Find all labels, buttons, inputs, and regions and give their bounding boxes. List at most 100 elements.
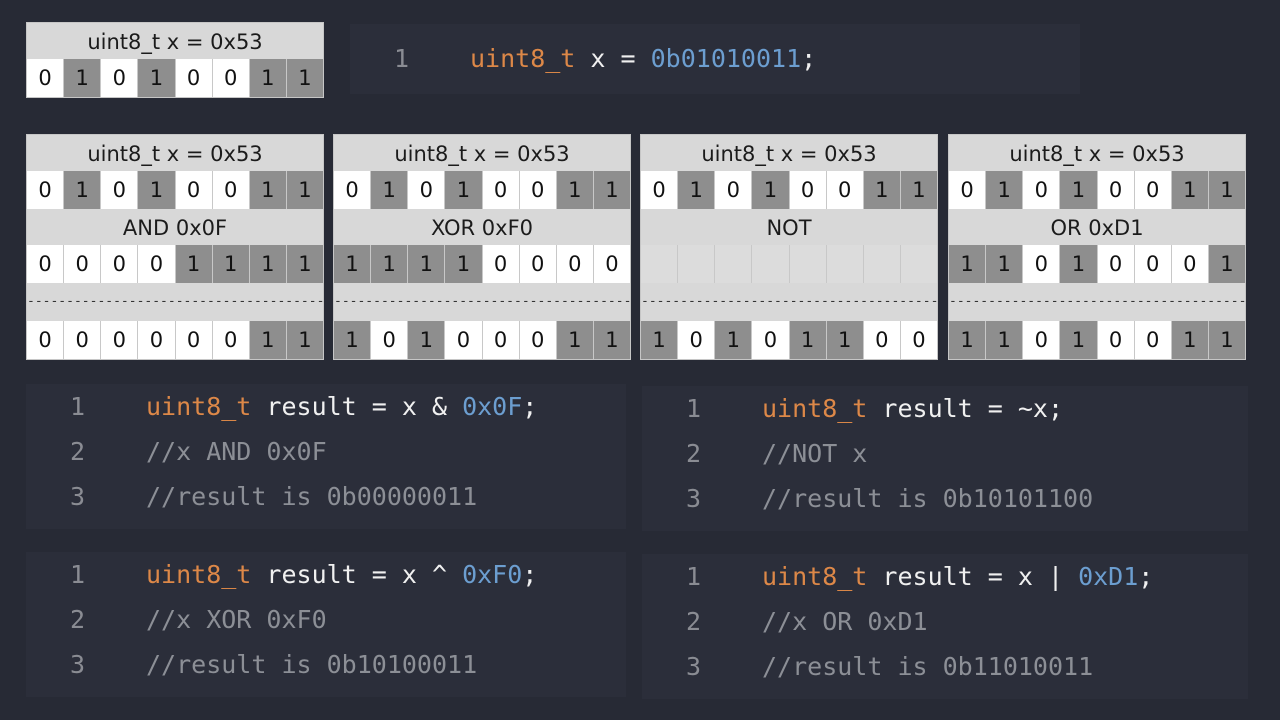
bit-cell xyxy=(825,245,863,283)
bit-cell: 1 xyxy=(985,245,1023,283)
line-number: 1 xyxy=(394,44,410,73)
x-bits-row: 01010011 xyxy=(334,171,630,209)
bit-cell: 1 xyxy=(248,321,286,359)
code-comment: //x XOR 0xF0 xyxy=(146,605,327,634)
bit-cell: 0 xyxy=(949,171,986,209)
bit-cell xyxy=(751,245,789,283)
bit-cell: 1 xyxy=(862,171,900,209)
bit-cell: 0 xyxy=(1096,245,1134,283)
statement-text: result = ~x; xyxy=(867,394,1064,423)
bit-cell: 0 xyxy=(1022,321,1060,359)
bit-cell: 0 xyxy=(1133,321,1171,359)
bit-cell: 0 xyxy=(137,321,175,359)
bit-cell: 0 xyxy=(641,171,678,209)
panel-header: uint8_t x = 0x53 xyxy=(701,142,877,166)
bit-cell: 1 xyxy=(555,321,593,359)
bit-cell: 1 xyxy=(370,171,408,209)
bit-cell: 0 xyxy=(27,321,64,359)
bit-cell: 0 xyxy=(788,171,826,209)
hex-literal: 0x0F xyxy=(462,392,523,421)
bit-cell: 1 xyxy=(137,171,175,209)
type-keyword: uint8_t xyxy=(146,560,252,589)
bit-cell: 0 xyxy=(862,321,900,359)
bit-cell: 0 xyxy=(27,171,64,209)
bit-cell: 1 xyxy=(444,171,482,209)
bit-cell xyxy=(641,245,678,283)
hex-literal: 0xD1 xyxy=(1078,562,1139,591)
bit-cell: 1 xyxy=(1207,245,1245,283)
operand-bits-row xyxy=(641,245,937,283)
bit-cell: 1 xyxy=(211,245,249,283)
bit-cell: 0 xyxy=(1022,245,1060,283)
separator-line: ----------------------------------------… xyxy=(641,294,937,309)
bit-cell: 1 xyxy=(1059,321,1097,359)
top-code-block: 1 uint8_t x = 0b01010011; xyxy=(350,24,1080,94)
result-bits-row: 00000011 xyxy=(27,321,323,359)
operand-bits-row: 11010001 xyxy=(949,245,1245,283)
statement-text: result = x ^ xyxy=(251,560,463,589)
semicolon: ; xyxy=(801,44,817,73)
bit-cell: 1 xyxy=(714,321,752,359)
panel-header: uint8_t x = 0x53 xyxy=(87,142,263,166)
line-number: 3 xyxy=(70,650,86,679)
line-number: 2 xyxy=(70,437,86,466)
top-bit-box: uint8_t x = 0x53 01010011 xyxy=(26,22,324,98)
bit-cell: 1 xyxy=(555,171,593,209)
bit-cell: 1 xyxy=(444,245,482,283)
bit-cell: 0 xyxy=(481,171,519,209)
separator-line: ----------------------------------------… xyxy=(334,294,630,309)
operand-bits-row: 00001111 xyxy=(27,245,323,283)
line-number: 2 xyxy=(686,607,702,636)
code-comment: //result is 0b11010011 xyxy=(762,652,1094,681)
bit-cell: 0 xyxy=(137,245,175,283)
and-code-block: 1 uint8_t result = x & 0x0F; 2 //x AND 0… xyxy=(26,384,626,529)
bit-cell: 1 xyxy=(248,59,286,97)
hex-literal: 0xF0 xyxy=(462,560,523,589)
semicolon: ; xyxy=(522,392,538,421)
line-number: 3 xyxy=(686,652,702,681)
code-comment: //result is 0b10100011 xyxy=(146,650,478,679)
line-number: 2 xyxy=(70,605,86,634)
bit-cell: 1 xyxy=(248,245,286,283)
bit-cell: 0 xyxy=(100,321,138,359)
bit-cell: 0 xyxy=(27,59,64,97)
bit-cell: 0 xyxy=(100,171,138,209)
bit-cell: 1 xyxy=(334,321,371,359)
separator-line: ----------------------------------------… xyxy=(949,294,1245,309)
operation-label: XOR 0xF0 xyxy=(430,216,534,240)
semicolon: ; xyxy=(1138,562,1154,591)
bit-cell: 0 xyxy=(1096,171,1134,209)
bit-cell: 1 xyxy=(592,171,630,209)
bit-cell: 0 xyxy=(555,245,593,283)
bit-cell: 0 xyxy=(370,321,408,359)
bit-cell: 1 xyxy=(285,245,323,283)
panel-header: uint8_t x = 0x53 xyxy=(394,142,570,166)
bit-cell: 0 xyxy=(592,245,630,283)
result-bits-row: 10100011 xyxy=(334,321,630,359)
variable-decl: x = xyxy=(575,44,651,73)
binary-literal: 0b01010011 xyxy=(650,44,802,73)
bit-cell: 1 xyxy=(63,171,101,209)
bit-cell: 0 xyxy=(63,321,101,359)
and-panel: uint8_t x = 0x53 01010011 AND 0x0F 00001… xyxy=(26,134,324,360)
type-keyword: uint8_t xyxy=(146,392,252,421)
line-number: 2 xyxy=(686,439,702,468)
bit-cell: 0 xyxy=(63,245,101,283)
bit-cell: 1 xyxy=(751,171,789,209)
line-number: 3 xyxy=(70,482,86,511)
statement-text: result = x & xyxy=(251,392,463,421)
bit-cell xyxy=(677,245,715,283)
code-comment: //result is 0b00000011 xyxy=(146,482,478,511)
bit-cell: 1 xyxy=(1207,171,1245,209)
bit-cell: 1 xyxy=(174,245,212,283)
bit-cell: 1 xyxy=(1207,321,1245,359)
bit-cell: 0 xyxy=(825,171,863,209)
bit-cell: 1 xyxy=(285,321,323,359)
bit-cell: 0 xyxy=(751,321,789,359)
bit-cell: 0 xyxy=(211,321,249,359)
xor-code-block: 1 uint8_t result = x ^ 0xF0; 2 //x XOR 0… xyxy=(26,552,626,697)
bit-cell: 1 xyxy=(985,171,1023,209)
bit-cell: 0 xyxy=(518,321,556,359)
bit-cell: 0 xyxy=(174,59,212,97)
bit-cell: 1 xyxy=(285,59,323,97)
